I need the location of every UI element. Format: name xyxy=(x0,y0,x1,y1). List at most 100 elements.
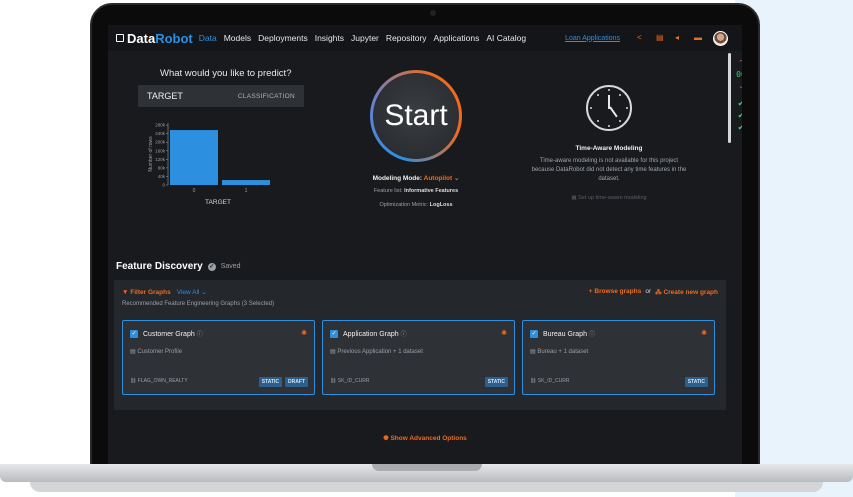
nav-applications[interactable]: Applications xyxy=(434,33,480,43)
info-icon[interactable]: ⓘ xyxy=(401,332,407,338)
recommended-label: Recommended Feature Engineering Graphs (… xyxy=(122,301,275,307)
static-tag: STATIC xyxy=(258,377,283,387)
y-tick-label: 40k xyxy=(158,174,166,179)
x-tick-label: 1 xyxy=(245,188,248,194)
graph-tags: STATIC xyxy=(684,377,708,387)
y-tick-label: 120k xyxy=(155,157,166,162)
start-button[interactable]: Start xyxy=(373,73,459,159)
y-tick-label: 200k xyxy=(155,140,166,145)
draft-tag: DRAFT xyxy=(285,377,308,387)
start-ring: Start xyxy=(370,70,462,162)
gear-icon[interactable]: ✺ xyxy=(501,329,507,337)
y-axis-label: Number of rows xyxy=(148,136,154,172)
target-histogram: 0 40k 80k 120k 160k 200k 240k 280k Number of row… xyxy=(148,123,270,206)
static-tag: STATIC xyxy=(484,377,508,387)
nav-models[interactable]: Models xyxy=(224,33,251,43)
chevron-down-icon[interactable]: ⌄ xyxy=(738,82,742,90)
view-select[interactable]: View All ⌄ xyxy=(177,288,207,296)
chevron-down-icon: ⌄ xyxy=(201,289,207,296)
link-icon: ⛓ xyxy=(330,378,338,384)
graph-actions: + Browse graphs or ⁂ Create new graph xyxy=(588,288,718,296)
nav-ai-catalog[interactable]: AI Catalog xyxy=(486,33,526,43)
chevron-up-icon[interactable]: ⌃ xyxy=(738,59,742,67)
time-aware-title: Time-Aware Modeling xyxy=(575,145,643,152)
camera xyxy=(430,10,436,16)
graph-dataset: ▤ Customer Profile xyxy=(130,349,183,355)
link-icon: ⛓ xyxy=(130,378,138,384)
bar xyxy=(222,180,270,185)
info-icon[interactable]: ⓘ xyxy=(589,332,595,338)
time-aware-description: Time-aware modeling is not available for… xyxy=(531,158,687,182)
graph-tags: STATIC DRAFT xyxy=(258,377,308,387)
predict-title: What would you like to predict? xyxy=(160,68,292,79)
feature-discovery-heading: Feature Discovery ✓ Saved xyxy=(116,261,241,272)
gear-icon[interactable]: ✺ xyxy=(301,329,307,337)
metric-line: Optimization Metric: LogLoss xyxy=(379,202,453,208)
time-aware-link: ▦ Set up time-aware modeling xyxy=(571,195,647,201)
nav-data[interactable]: Data xyxy=(199,33,217,43)
folder-icon[interactable]: ▬ xyxy=(694,34,702,42)
bar xyxy=(170,130,218,185)
graph-name: Bureau Graph ⓘ xyxy=(543,331,595,338)
app-screen: Data Robot Data Models Deployments Insigh… xyxy=(108,25,742,464)
laptop-shadow xyxy=(30,482,823,492)
check-icon: ✔ xyxy=(737,123,742,132)
metric-value[interactable]: LogLoss xyxy=(430,202,453,208)
checkbox[interactable]: ✓ xyxy=(530,330,538,338)
graph-key: ⛓ SK_ID_CURR xyxy=(530,378,570,384)
checkbox[interactable]: ✓ xyxy=(330,330,338,338)
graph-dataset: ▤ Previous Application + 1 dataset xyxy=(330,349,423,355)
filter-icon: ▼ xyxy=(122,288,131,296)
x-tick-label: 0 xyxy=(193,188,196,194)
feature-list-value[interactable]: Informative Features xyxy=(404,188,458,194)
filter-graphs-button[interactable]: ▼ Filter Graphs xyxy=(122,289,171,296)
check-icon: ✔ xyxy=(737,99,742,108)
clock-icon xyxy=(586,85,632,131)
scrollbar[interactable] xyxy=(728,53,731,143)
graph-card-bureau[interactable]: ✓ Bureau Graph ⓘ ✺ ▤ Bureau + 1 dataset … xyxy=(522,320,715,395)
create-graph-button[interactable]: ⁂ Create new graph xyxy=(655,288,718,296)
top-nav: Data Robot Data Models Deployments Insigh… xyxy=(108,25,742,51)
project-link[interactable]: Loan Applications xyxy=(565,35,620,42)
progress-rail: ⌃ 00 ⌄ ✔ ✔ ✔ xyxy=(734,59,742,132)
feature-list-line: Feature list: Informative Features xyxy=(373,188,459,194)
avatar[interactable] xyxy=(713,30,728,46)
document-icon[interactable]: ▤ xyxy=(656,34,664,42)
checkbox[interactable]: ✓ xyxy=(130,330,138,338)
nav-insights[interactable]: Insights xyxy=(315,33,344,43)
graph-dataset: ▤ Bureau + 1 dataset xyxy=(530,349,589,355)
queue-count: 00 xyxy=(736,70,742,79)
gear-icon[interactable]: ✺ xyxy=(701,329,707,337)
nav-deployments[interactable]: Deployments xyxy=(258,33,308,43)
logo[interactable]: Data Robot xyxy=(116,31,193,46)
y-tick-label: 240k xyxy=(155,131,166,136)
show-advanced-options-button[interactable]: ✺ Show Advanced Options xyxy=(108,434,742,442)
saved-status: Saved xyxy=(220,263,241,270)
laptop-mockup: Data Robot Data Models Deployments Insigh… xyxy=(0,0,853,497)
link-icon: ⛓ xyxy=(530,378,538,384)
y-tick-label: 280k xyxy=(155,123,166,128)
graph-name: Customer Graph ⓘ xyxy=(143,331,203,338)
nav-right: Loan Applications < ▤ ◂ ▬ xyxy=(565,25,728,51)
graph-card-application[interactable]: ✓ Application Graph ⓘ ✺ ▤ Previous Appli… xyxy=(322,320,515,395)
nav-jupyter[interactable]: Jupyter xyxy=(351,33,379,43)
laptop-notch xyxy=(372,464,482,471)
y-tick-label: 160k xyxy=(155,148,166,153)
logo-icon xyxy=(116,34,124,42)
graph-name: Application Graph ⓘ xyxy=(343,331,407,338)
browse-graphs-button[interactable]: + Browse graphs xyxy=(589,288,642,296)
graph-card-customer[interactable]: ✓ Customer Graph ⓘ ✺ ▤ Customer Profile … xyxy=(122,320,315,395)
modeling-mode-value[interactable]: Autopilot xyxy=(424,175,453,182)
modeling-mode[interactable]: Modeling Mode: Autopilot ⌄ xyxy=(370,174,462,182)
nav-repository[interactable]: Repository xyxy=(386,33,427,43)
share-icon[interactable]: < xyxy=(637,34,645,42)
megaphone-icon[interactable]: ◂ xyxy=(675,34,683,42)
info-icon[interactable]: ⓘ xyxy=(197,332,203,338)
filter-row: ▼ Filter Graphs View All ⌄ xyxy=(122,288,207,297)
graph-tags: STATIC xyxy=(484,377,508,387)
x-axis-label: TARGET xyxy=(205,199,231,206)
graph-key: ⛓ FLAG_OWN_REALTY xyxy=(130,378,188,384)
chevron-down-icon[interactable]: ⌄ xyxy=(454,175,459,182)
target-input[interactable]: TARGET CLASSIFICATION xyxy=(138,85,304,107)
y-tick-label: 0 xyxy=(162,183,165,188)
